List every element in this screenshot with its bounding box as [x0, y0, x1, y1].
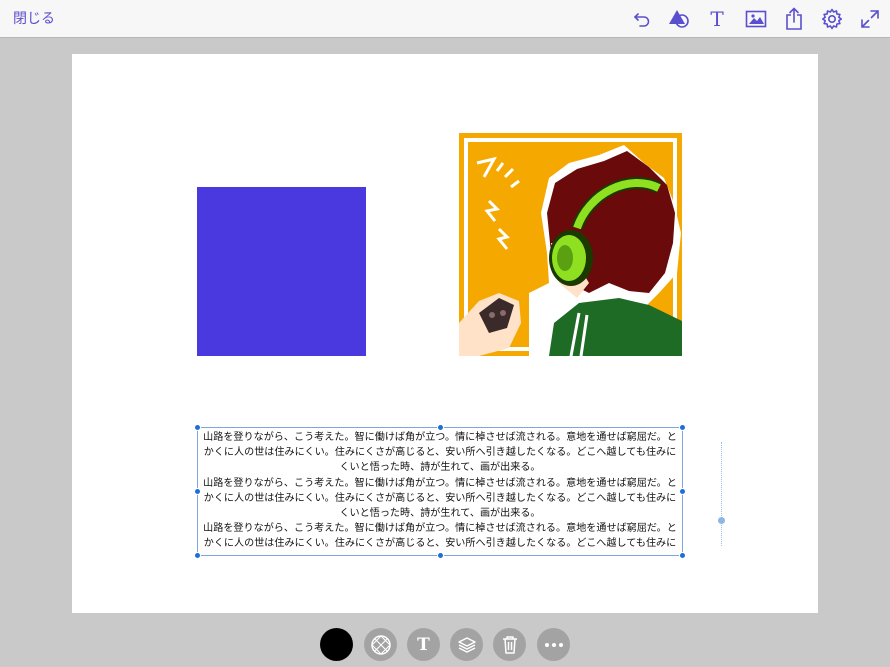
text-line: 山路を登りながら、こう考えた。智に働けば角が立つ。情に棹させば流される。意地を通… — [203, 523, 677, 535]
text-line: 山路を登りながら、こう考えた。智に働けば角が立つ。情に棹させば流される。意地を通… — [203, 432, 677, 443]
text-line: くいと悟った時、詩が生れて、画が出来る。 — [339, 508, 541, 520]
text-line: かくに人の世は住みにくい。住みにくさが高じると、安い所へ引き越したくなる。どこへ… — [203, 492, 677, 504]
resize-handle-right[interactable] — [679, 488, 686, 495]
resize-handle-top-right[interactable] — [679, 424, 686, 431]
bottom-toolbar: T — [0, 620, 890, 667]
share-icon[interactable] — [782, 7, 806, 31]
color-swatch[interactable] — [320, 628, 353, 661]
resize-handle-bottom[interactable] — [437, 552, 444, 559]
text-icon-glyph: T — [710, 7, 724, 31]
image-icon[interactable] — [744, 7, 768, 31]
settings-icon[interactable] — [820, 7, 844, 31]
resize-handle-left[interactable] — [194, 488, 201, 495]
resize-handle-top[interactable] — [437, 424, 444, 431]
slider-thumb[interactable] — [718, 517, 725, 524]
top-toolbar: 閉じる T — [0, 0, 890, 38]
undo-icon[interactable] — [630, 7, 654, 31]
text-scroll-slider[interactable] — [718, 442, 725, 546]
fullscreen-icon[interactable] — [858, 7, 882, 31]
layers-icon[interactable] — [450, 628, 483, 661]
more-icon[interactable] — [537, 628, 570, 661]
text-line: 山路を登りながら、こう考えた。智に働けば角が立つ。情に棹させば流される。意地を通… — [203, 477, 677, 489]
blue-square-shape[interactable] — [197, 187, 366, 356]
resize-handle-bottom-left[interactable] — [194, 552, 201, 559]
slider-track — [721, 442, 722, 546]
close-button[interactable]: 閉じる — [13, 8, 55, 28]
trash-icon[interactable] — [493, 628, 526, 661]
resize-handle-top-left[interactable] — [194, 424, 201, 431]
text-box[interactable]: 山路を登りながら、こう考えた。智に働けば角が立つ。情に棹させば流される。意地を通… — [194, 424, 686, 559]
resize-handle-bottom-right[interactable] — [679, 552, 686, 559]
text-icon[interactable]: T — [407, 628, 440, 661]
text-box-content[interactable]: 山路を登りながら、こう考えた。智に働けば角が立つ。情に棹させば流される。意地を通… — [200, 430, 680, 553]
boy-with-headphones-gaming-illustration[interactable] — [459, 133, 682, 357]
text-line: くいと悟った時、詩が生れて、画が出来る。 — [339, 462, 541, 474]
text-line: かくに人の世は住みにくい。住みにくさが高じると、安い所へ引き越したくなる。どこへ… — [203, 538, 677, 550]
shapes-icon[interactable] — [667, 7, 691, 31]
text-line: かくに人の世は住みにくい。住みにくさが高じると、安い所へ引き越したくなる。どこへ… — [203, 447, 677, 459]
text-icon[interactable]: T — [705, 7, 729, 31]
document-canvas[interactable]: 山路を登りながら、こう考えた。智に働けば角が立つ。情に棹させば流される。意地を通… — [72, 54, 818, 613]
pattern-icon[interactable] — [364, 628, 397, 661]
text-icon-glyph: T — [417, 634, 430, 655]
